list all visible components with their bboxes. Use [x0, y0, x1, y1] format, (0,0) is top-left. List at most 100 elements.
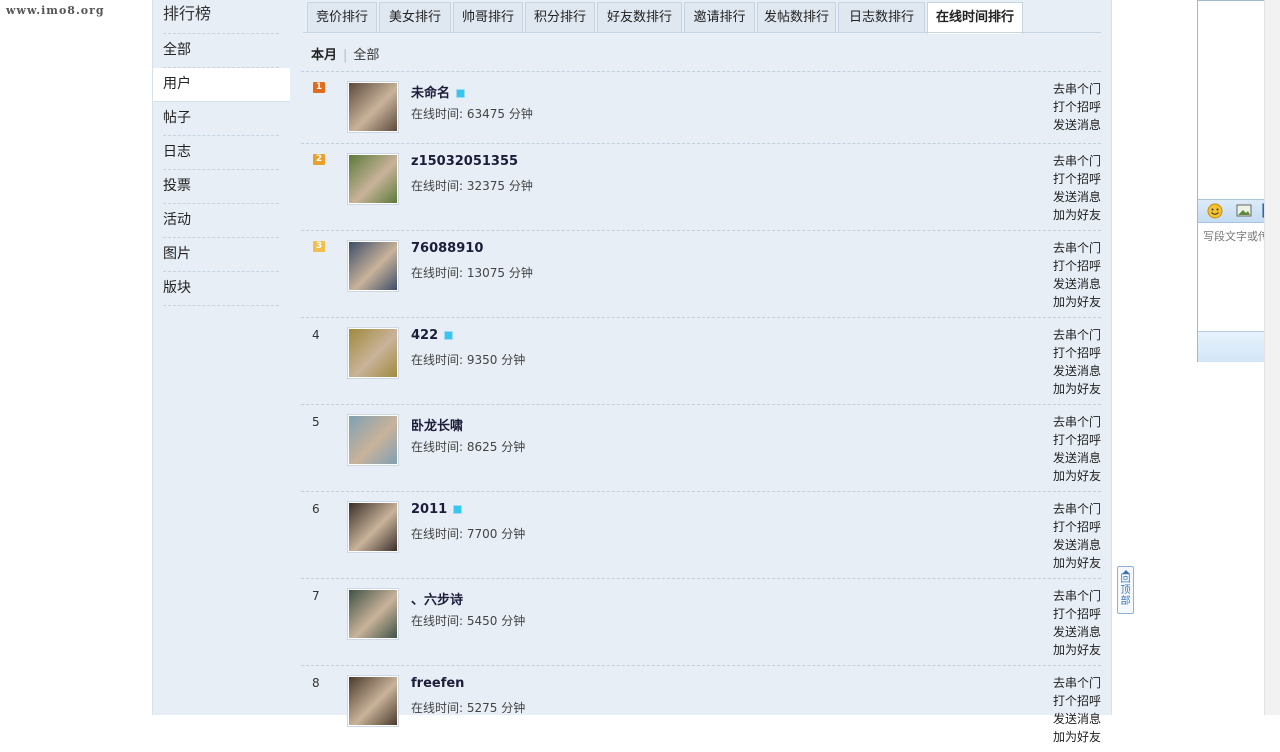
action-add-friend[interactable]: 加为好友 [1053, 380, 1101, 398]
user-actions: 去串个门 打个招呼 发送消息 加为好友 [1053, 413, 1101, 485]
sidebar-menu: 全部 用户 帖子 日志 投票 活动 图片 版块 [153, 33, 290, 306]
ranking-row: 1 未命名在线时间: 63475 分钟 去串个门 打个招呼 发送消息 [301, 71, 1101, 143]
action-visit[interactable]: 去串个门 [1053, 326, 1101, 344]
online-time: 在线时间: 9350 分钟 [411, 353, 526, 367]
tab-1[interactable]: 竞价排行 [307, 2, 377, 32]
user-avatar[interactable] [348, 154, 398, 204]
action-visit[interactable]: 去串个门 [1053, 674, 1101, 692]
action-add-friend[interactable]: 加为好友 [1053, 293, 1101, 311]
back-to-top-label: 回顶部 [1118, 574, 1133, 607]
rank-number: 8 [312, 676, 320, 690]
back-to-top-button[interactable]: 回顶部 [1117, 566, 1134, 614]
user-name-link[interactable]: 卧龙长啸 [411, 415, 463, 434]
action-add-friend[interactable]: 加为好友 [1053, 554, 1101, 572]
back-to-top-char: 回 [1120, 574, 1131, 585]
user-name-link[interactable]: 76088910 [411, 241, 483, 256]
tab-7[interactable]: 发帖数排行 [757, 2, 836, 32]
action-greet[interactable]: 打个招呼 [1053, 344, 1101, 362]
ranking-row: 5 卧龙长啸 在线时间: 8625 分钟 去串个门 打个招呼 发送消息 加为好友 [301, 404, 1101, 491]
user-name-link[interactable]: 2011 [411, 502, 463, 517]
user-avatar[interactable] [348, 676, 398, 726]
online-time: 在线时间: 5450 分钟 [411, 614, 526, 628]
page-scrollbar[interactable] [1264, 0, 1280, 715]
action-visit[interactable]: 去串个门 [1053, 413, 1101, 431]
tab-6[interactable]: 邀请排行 [684, 2, 755, 32]
period-filter: 本月 | 全部 [311, 44, 379, 63]
online-time: 在线时间: 32375 分钟 [411, 179, 533, 193]
action-message[interactable]: 发送消息 [1053, 362, 1101, 380]
action-message[interactable]: 发送消息 [1053, 536, 1101, 554]
tab-4[interactable]: 积分排行 [525, 2, 595, 32]
action-visit[interactable]: 去串个门 [1053, 80, 1101, 98]
action-greet[interactable]: 打个招呼 [1053, 518, 1101, 536]
action-add-friend[interactable]: 加为好友 [1053, 641, 1101, 659]
tab-3[interactable]: 帅哥排行 [453, 2, 523, 32]
ranking-row: 4 422 在线时间: 9350 分钟 去串个门 打个招呼 发送消息 加为好友 [301, 317, 1101, 404]
rank-number: 6 [312, 502, 320, 516]
rank-medal-icon: 1 [313, 82, 325, 93]
user-actions: 去串个门 打个招呼 发送消息 [1053, 80, 1101, 134]
action-message[interactable]: 发送消息 [1053, 116, 1101, 134]
action-greet[interactable]: 打个招呼 [1053, 257, 1101, 275]
user-avatar[interactable] [348, 241, 398, 291]
rank-number: 5 [312, 415, 320, 429]
ranking-row: 6 2011 在线时间: 7700 分钟 去串个门 打个招呼 发送消息 加为好友 [301, 491, 1101, 578]
user-avatar[interactable] [348, 502, 398, 552]
emoji-icon[interactable] [1206, 202, 1224, 219]
tab-2[interactable]: 美女排行 [379, 2, 451, 32]
action-add-friend[interactable]: 加为好友 [1053, 728, 1101, 746]
period-all[interactable]: 全部 [353, 48, 379, 63]
user-actions: 去串个门 打个招呼 发送消息 加为好友 [1053, 239, 1101, 311]
sidebar-title: 排行榜 [163, 4, 212, 23]
action-message[interactable]: 发送消息 [1053, 275, 1101, 293]
action-visit[interactable]: 去串个门 [1053, 500, 1101, 518]
user-avatar[interactable] [348, 82, 398, 132]
action-add-friend[interactable]: 加为好友 [1053, 467, 1101, 485]
sidebar-item-polls[interactable]: 投票 [163, 170, 279, 204]
action-greet[interactable]: 打个招呼 [1053, 431, 1101, 449]
sidebar-item-posts[interactable]: 帖子 [163, 102, 279, 136]
action-greet[interactable]: 打个招呼 [1053, 692, 1101, 710]
ranking-row: 2 z15032051355 在线时间: 32375 分钟 去串个门 打个招呼 发送消息加… [301, 143, 1101, 230]
action-visit[interactable]: 去串个门 [1053, 587, 1101, 605]
action-greet[interactable]: 打个招呼 [1053, 98, 1101, 116]
sidebar-item-forums[interactable]: 版块 [163, 272, 279, 306]
action-message[interactable]: 发送消息 [1053, 188, 1101, 206]
image-icon[interactable] [1235, 202, 1253, 219]
sidebar-item-all[interactable]: 全部 [163, 34, 279, 68]
sidebar-item-blogs[interactable]: 日志 [163, 136, 279, 170]
user-name-link[interactable]: 、六步诗 [411, 589, 463, 608]
user-actions: 去串个门 打个招呼 发送消息 加为好友 [1053, 500, 1101, 572]
action-message[interactable]: 发送消息 [1053, 623, 1101, 641]
action-add-friend[interactable]: 加为好友 [1053, 206, 1101, 224]
action-greet[interactable]: 打个招呼 [1053, 170, 1101, 188]
sidebar-item-users[interactable]: 用户 [153, 68, 290, 102]
action-visit[interactable]: 去串个门 [1053, 239, 1101, 257]
tab-8[interactable]: 日志数排行 [838, 2, 925, 32]
online-time: 在线时间: 13075 分钟 [411, 266, 533, 280]
action-message[interactable]: 发送消息 [1053, 449, 1101, 467]
action-visit[interactable]: 去串个门 [1053, 152, 1101, 170]
online-status-icon [444, 331, 454, 340]
action-greet[interactable]: 打个招呼 [1053, 605, 1101, 623]
tab-9[interactable]: 在线时间排行 [927, 2, 1023, 34]
user-name-link[interactable]: z15032051355 [411, 154, 518, 169]
user-avatar[interactable] [348, 589, 398, 639]
online-time: 在线时间: 63475 分钟 [411, 107, 533, 121]
period-separator: | [343, 48, 348, 63]
user-name-link[interactable]: 422 [411, 328, 454, 343]
user-avatar[interactable] [348, 415, 398, 465]
rank-number: 4 [312, 328, 320, 342]
tab-5[interactable]: 好友数排行 [597, 2, 682, 32]
user-name-link[interactable]: freefen [411, 676, 464, 691]
user-avatar[interactable] [348, 328, 398, 378]
period-this-month[interactable]: 本月 [311, 48, 337, 63]
user-actions: 去串个门 打个招呼 发送消息 加为好友 [1053, 326, 1101, 398]
sidebar-item-pictures[interactable]: 图片 [163, 238, 279, 272]
chat-input[interactable]: 写段文字或传张图片到这个空间中，随心记录 [1203, 229, 1273, 244]
action-message[interactable]: 发送消息 [1053, 710, 1101, 728]
main-container: 排行榜 全部 用户 帖子 日志 投票 活动 图片 版块 竞价排行 美女排行 帅哥排行 积分排行 好友数… [152, 0, 1112, 744]
sidebar-item-events[interactable]: 活动 [163, 204, 279, 238]
user-actions: 去串个门 打个招呼 发送消息 加为好友 [1053, 587, 1101, 659]
user-name-link[interactable]: 未命名 [411, 82, 466, 101]
